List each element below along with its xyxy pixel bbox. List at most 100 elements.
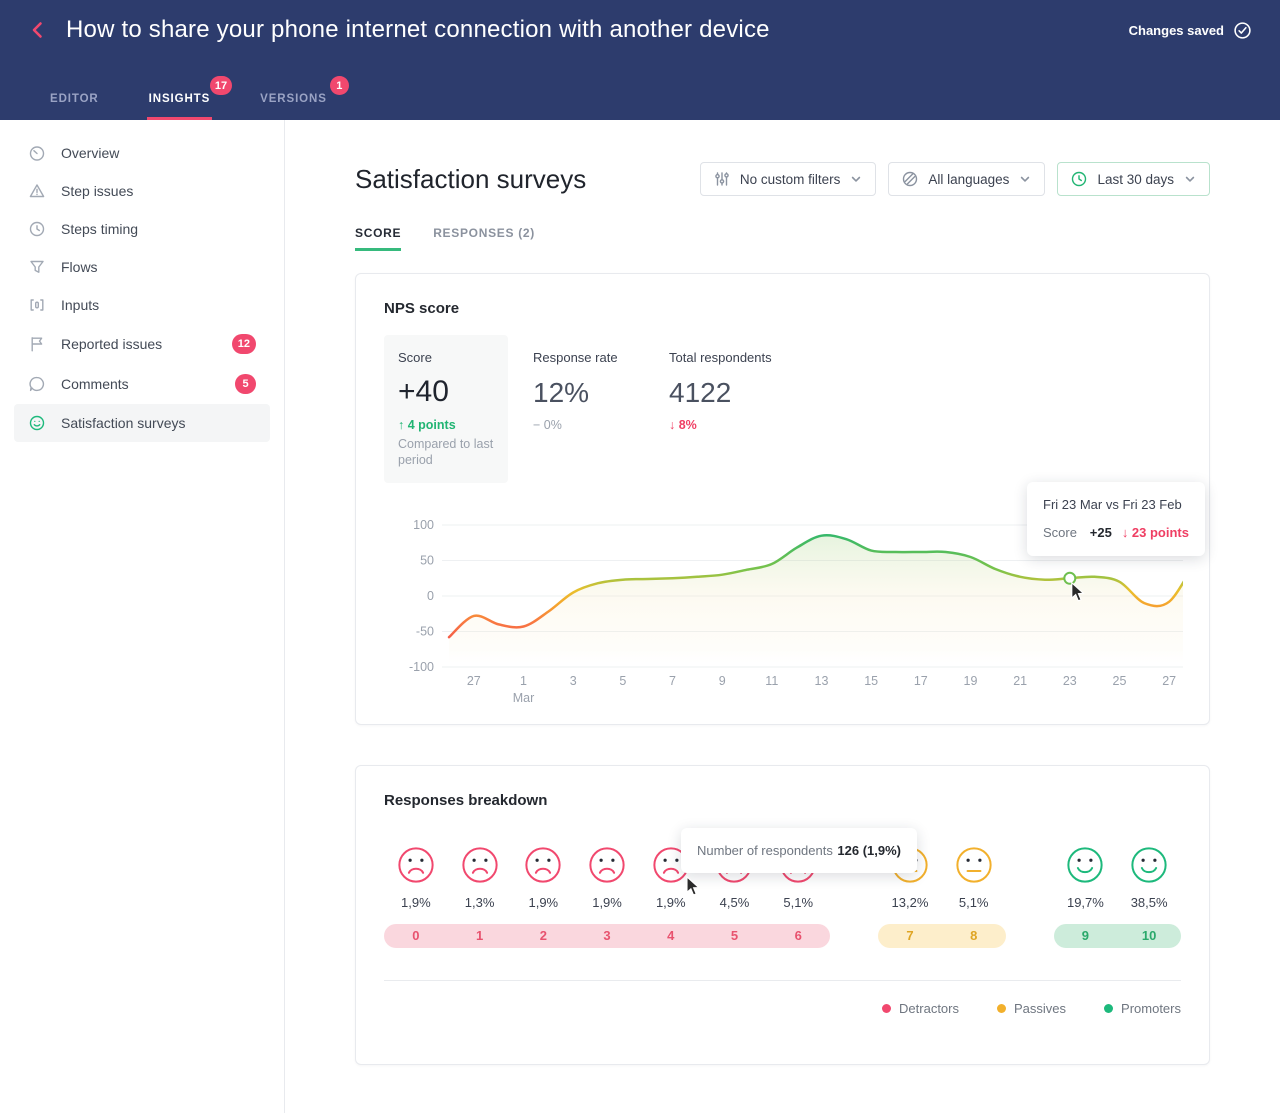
funnel-icon <box>28 258 46 276</box>
scale-number: 7 <box>878 924 942 948</box>
response-score-8[interactable]: 5,1% <box>942 846 1006 910</box>
total-respondents-value: 4122 <box>669 377 829 409</box>
nps-card-title: NPS score <box>384 300 1181 317</box>
filter-label: Last 30 days <box>1097 172 1174 187</box>
tab-score[interactable]: SCORE <box>355 226 401 251</box>
passives-scale-pill: 78 <box>878 924 1005 948</box>
insights-sidebar: Overview Step issues Steps timing Flows Inpu… <box>0 120 285 1113</box>
header-tab-insights[interactable]: INSIGHTS17 <box>147 87 213 120</box>
x-axis-tick: 15 <box>864 674 878 688</box>
header-tab-label: INSIGHTS <box>149 93 211 105</box>
filter-no-custom-filters[interactable]: No custom filters <box>700 162 877 196</box>
x-axis-tick: 21 <box>1013 674 1027 688</box>
chevron-down-icon <box>849 172 863 186</box>
legend-dot-icon <box>997 1004 1006 1013</box>
score-responses-tabs: SCORE RESPONSES (2) <box>355 226 1210 251</box>
x-axis-tick: 11 <box>765 674 778 688</box>
sidebar-item-comments[interactable]: Comments5 <box>14 364 270 404</box>
chart-tooltip-value: +25 <box>1090 525 1112 540</box>
scale-number: 1 <box>448 924 512 948</box>
legend-item-detractors: Detractors <box>882 1001 959 1016</box>
inputs-icon <box>28 296 46 314</box>
comment-icon <box>28 375 46 393</box>
scale-number: 9 <box>1054 924 1118 948</box>
back-button[interactable] <box>24 16 52 44</box>
response-score-1[interactable]: 1,3% <box>448 846 512 910</box>
filter-label: All languages <box>928 172 1009 187</box>
neutral-face-icon <box>955 846 993 884</box>
response-score-0[interactable]: 1,9% <box>384 846 448 910</box>
divider <box>384 980 1181 981</box>
x-axis-tick: 9 <box>719 674 726 688</box>
response-score-3[interactable]: 1,9% <box>575 846 639 910</box>
response-percentage: 4,5% <box>720 895 750 910</box>
sidebar-item-label: Overview <box>61 145 119 161</box>
scale-number: 2 <box>511 924 575 948</box>
header-tab-versions[interactable]: VERSIONS1 <box>258 87 329 120</box>
breakdown-title: Responses breakdown <box>384 792 1181 809</box>
total-respondents-label: Total respondents <box>669 350 829 365</box>
sad-face-icon <box>461 846 499 884</box>
y-axis-tick: -100 <box>409 660 434 674</box>
legend-item-promoters: Promoters <box>1104 1001 1181 1016</box>
filter-label: No custom filters <box>740 172 841 187</box>
response-rate-metric: Response rate 12% − 0% <box>533 335 669 483</box>
response-percentage: 38,5% <box>1131 895 1168 910</box>
gauge-icon <box>28 144 46 162</box>
highlighted-data-point[interactable] <box>1064 573 1075 584</box>
score-label: Score <box>398 350 494 365</box>
happy-face-icon <box>1130 846 1168 884</box>
x-axis-month-label: Mar <box>513 691 535 705</box>
scale-number: 0 <box>384 924 448 948</box>
x-axis-tick: 7 <box>669 674 676 688</box>
filter-all-languages[interactable]: All languages <box>888 162 1045 196</box>
response-score-9[interactable]: 19,7% <box>1054 846 1118 910</box>
breakdown-tooltip-value: 126 (1,9%) <box>837 843 901 858</box>
document-title: How to share your phone internet connect… <box>66 16 770 44</box>
response-score-10[interactable]: 38,5% <box>1117 846 1181 910</box>
sidebar-item-label: Reported issues <box>61 336 162 352</box>
sidebar-item-label: Flows <box>61 259 98 275</box>
chart-tooltip-title: Fri 23 Mar vs Fri 23 Feb <box>1043 497 1189 512</box>
score-value: +40 <box>398 375 494 409</box>
sidebar-item-label: Satisfaction surveys <box>61 415 186 431</box>
response-score-2[interactable]: 1,9% <box>511 846 575 910</box>
clock-icon <box>1070 170 1088 188</box>
sliders-icon <box>713 170 731 188</box>
x-axis-tick: 3 <box>570 674 577 688</box>
sidebar-item-step-issues[interactable]: Step issues <box>14 172 270 210</box>
y-axis-tick: 0 <box>427 589 434 603</box>
page-title: Satisfaction surveys <box>355 164 586 195</box>
x-axis-tick: 27 <box>1162 674 1176 688</box>
count-badge: 12 <box>232 334 256 354</box>
sidebar-item-steps-timing[interactable]: Steps timing <box>14 210 270 248</box>
filter-last-30-days[interactable]: Last 30 days <box>1057 162 1210 196</box>
y-axis-tick: -50 <box>416 625 434 639</box>
sidebar-item-inputs[interactable]: Inputs <box>14 286 270 324</box>
sidebar-item-overview[interactable]: Overview <box>14 134 270 172</box>
breakdown-tooltip-label: Number of respondents <box>697 843 833 858</box>
legend-dot-icon <box>1104 1004 1113 1013</box>
chevron-down-icon <box>1183 172 1197 186</box>
x-axis-tick: 5 <box>619 674 626 688</box>
sidebar-item-label: Step issues <box>61 183 133 199</box>
sad-face-icon <box>524 846 562 884</box>
smiley-icon <box>28 414 46 432</box>
chevron-left-icon <box>28 20 48 40</box>
response-percentage: 1,9% <box>528 895 558 910</box>
scale-number: 6 <box>766 924 830 948</box>
sidebar-item-reported-issues[interactable]: Reported issues 12 <box>14 324 270 364</box>
tab-responses-2[interactable]: RESPONSES (2) <box>433 226 535 251</box>
legend-label: Detractors <box>899 1001 959 1016</box>
y-axis-tick: 100 <box>413 518 434 532</box>
sad-face-icon <box>588 846 626 884</box>
sad-face-icon <box>397 846 435 884</box>
sidebar-item-flows[interactable]: Flows <box>14 248 270 286</box>
globe-icon <box>901 170 919 188</box>
scale-number: 10 <box>1117 924 1181 948</box>
header-tabs: EDITOR INSIGHTS17 VERSIONS1 <box>0 87 1280 120</box>
sidebar-item-label: Steps timing <box>61 221 138 237</box>
header-tab-editor[interactable]: EDITOR <box>48 87 101 120</box>
sidebar-item-satisfaction-surveys[interactable]: Satisfaction surveys <box>14 404 270 442</box>
main-content: Satisfaction surveys No custom filters Al… <box>285 120 1280 1113</box>
